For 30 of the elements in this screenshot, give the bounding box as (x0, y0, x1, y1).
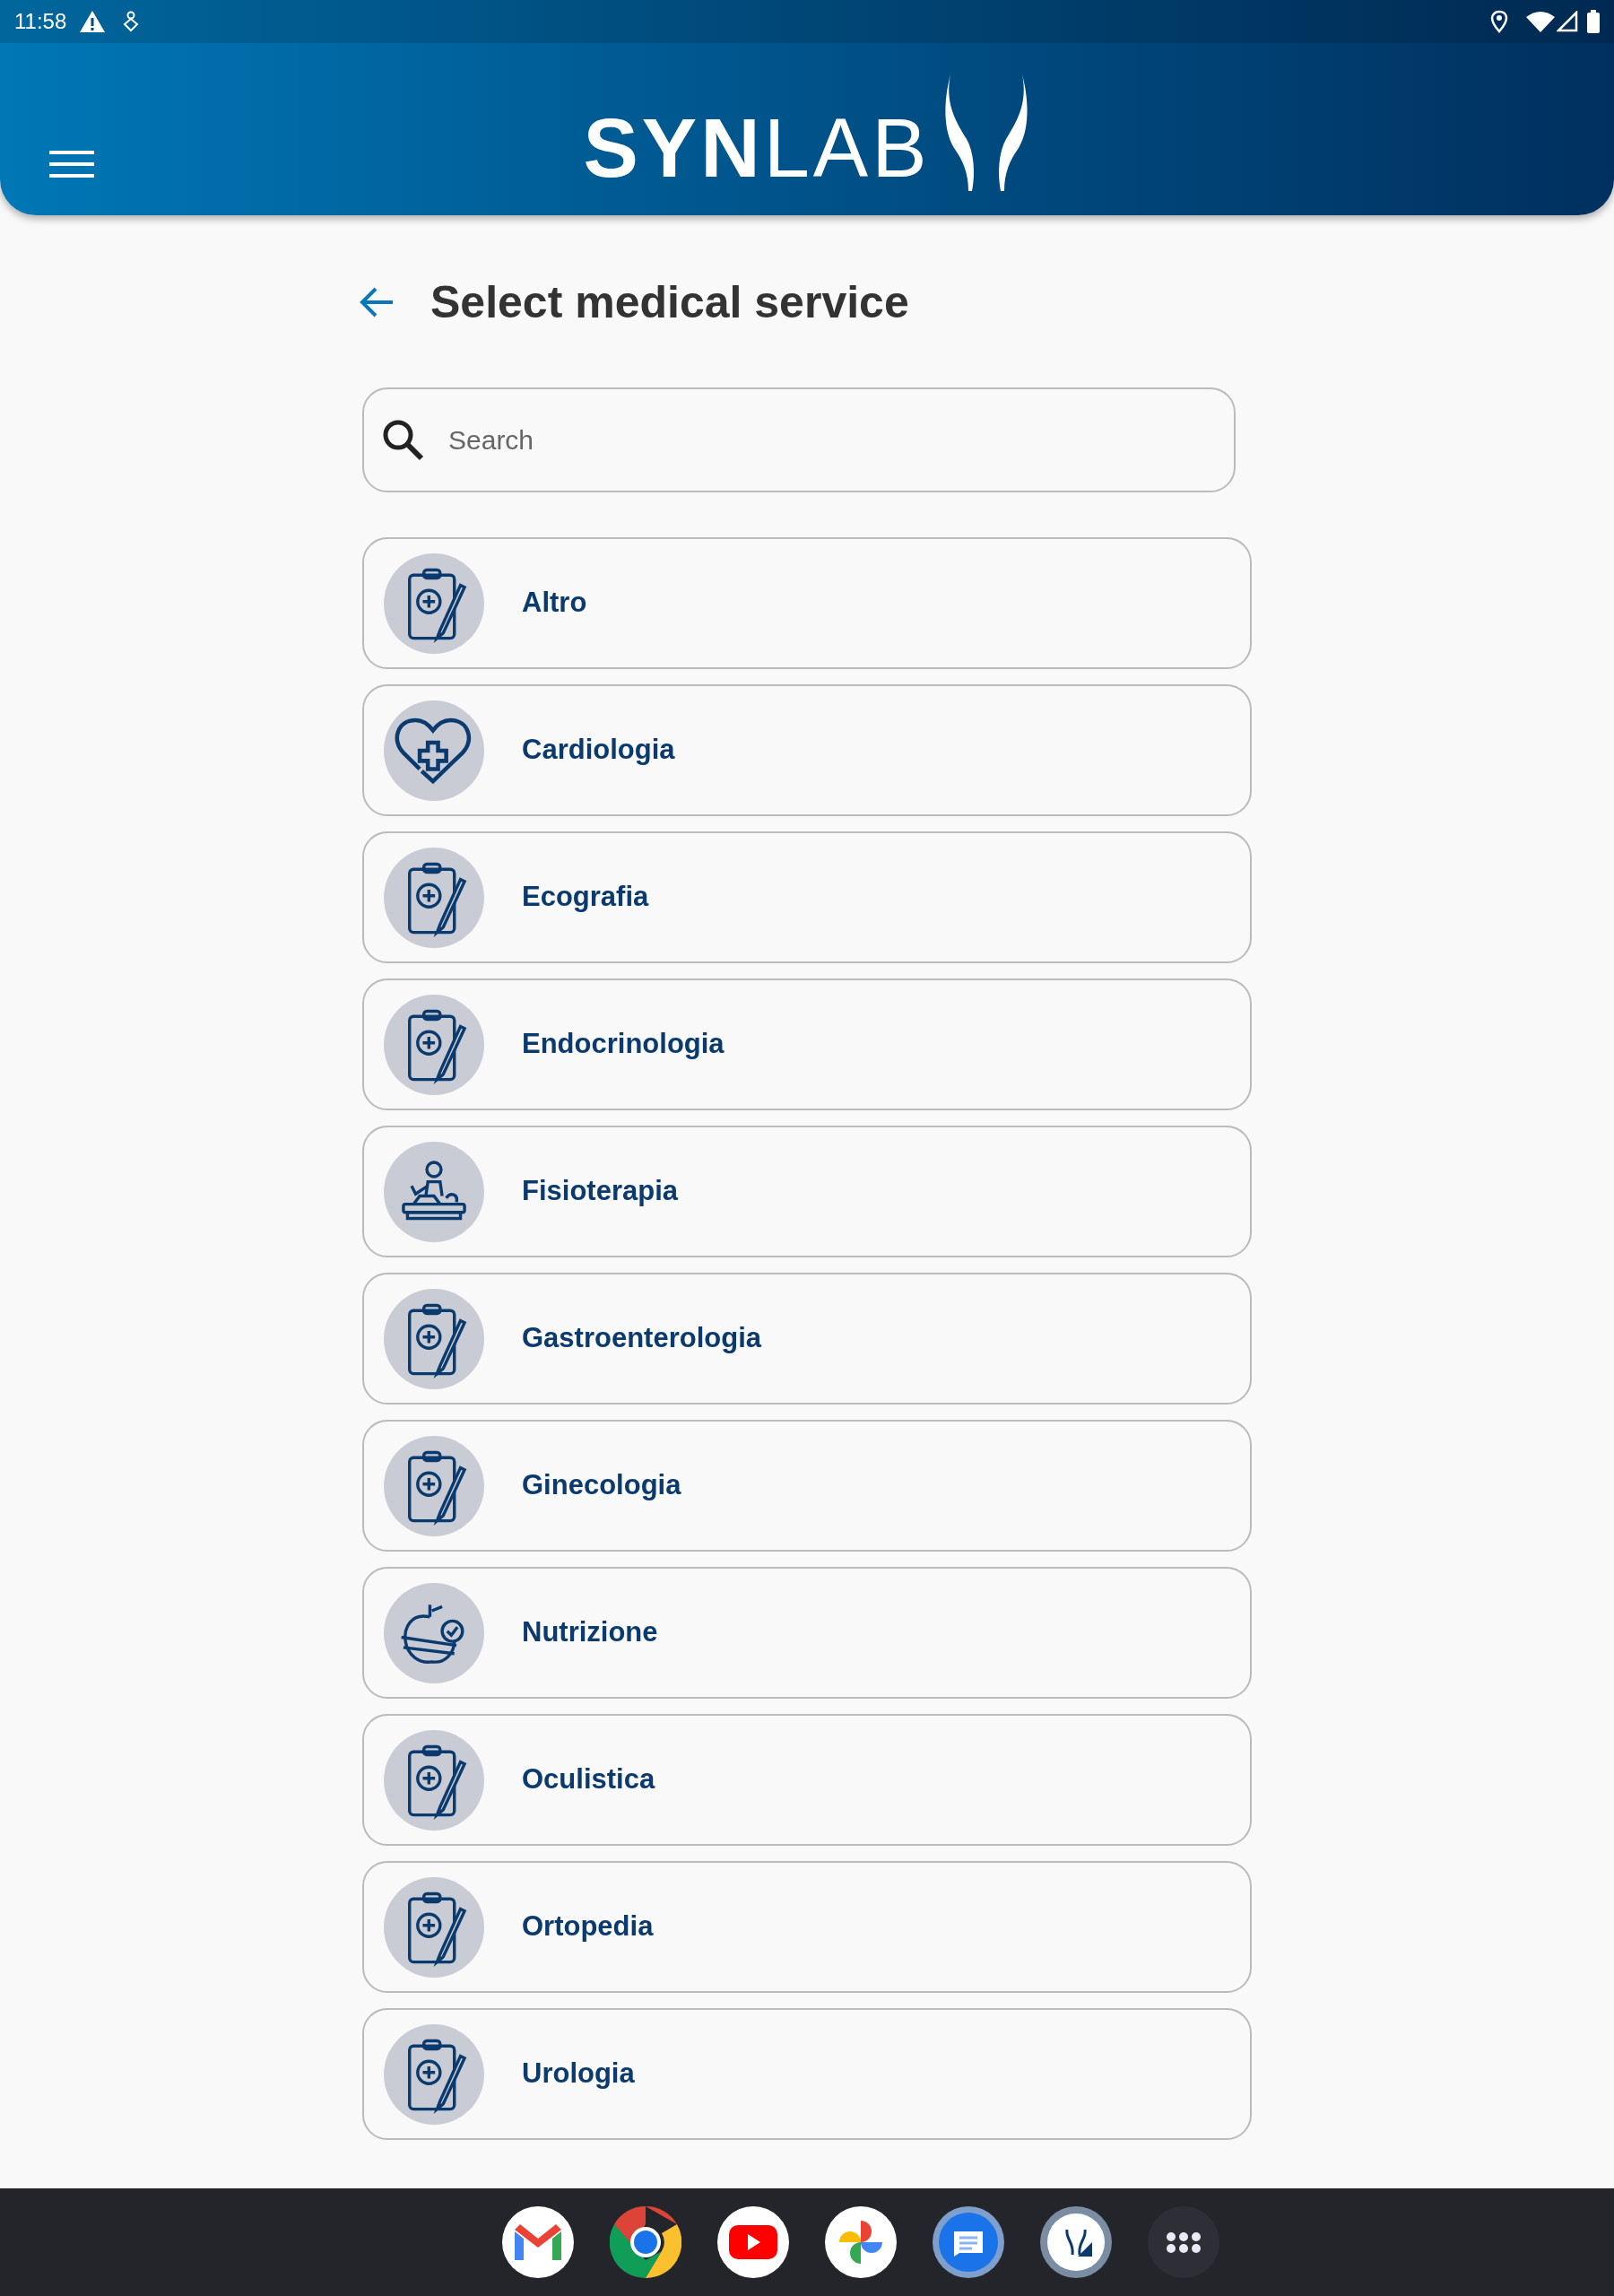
location-icon (1490, 10, 1508, 33)
logo-text: SYNLAB (583, 107, 931, 189)
service-item[interactable]: Cardiologia (362, 684, 1252, 816)
service-item[interactable]: Oculistica (362, 1714, 1252, 1846)
app-launcher-icon[interactable] (1148, 2206, 1219, 2278)
app-logo-icon[interactable] (1040, 2206, 1112, 2278)
service-item[interactable]: Ecografia (362, 831, 1252, 963)
service-item[interactable]: Fisioterapia (362, 1126, 1252, 1257)
service-item[interactable]: Altro (362, 537, 1252, 669)
search-field[interactable]: Search (362, 387, 1236, 492)
warning-icon (79, 10, 107, 33)
back-arrow-icon (359, 286, 395, 318)
signal-icon (1557, 11, 1578, 32)
service-item[interactable]: Urologia (362, 2008, 1252, 2140)
menu-icon (49, 150, 94, 178)
service-item[interactable]: Nutrizione (362, 1567, 1252, 1699)
browser-app-icon[interactable] (610, 2206, 681, 2278)
service-item[interactable]: Endocrinologia (362, 978, 1252, 1110)
battery-icon (1587, 10, 1600, 33)
page-title: Select medical service (430, 275, 909, 329)
status-time: 11:58 (14, 8, 67, 35)
service-item[interactable]: Ortopedia (362, 1861, 1252, 1993)
wifi-icon (1526, 11, 1555, 32)
notification-icon (122, 11, 141, 32)
photos-app-icon[interactable] (825, 2206, 897, 2278)
messages-app-icon[interactable] (933, 2206, 1004, 2278)
mail-app-icon[interactable] (502, 2206, 574, 2278)
service-item[interactable]: Ginecologia (362, 1420, 1252, 1552)
service-item[interactable]: Gastroenterologia (362, 1273, 1252, 1405)
video-app-icon[interactable] (717, 2206, 789, 2278)
